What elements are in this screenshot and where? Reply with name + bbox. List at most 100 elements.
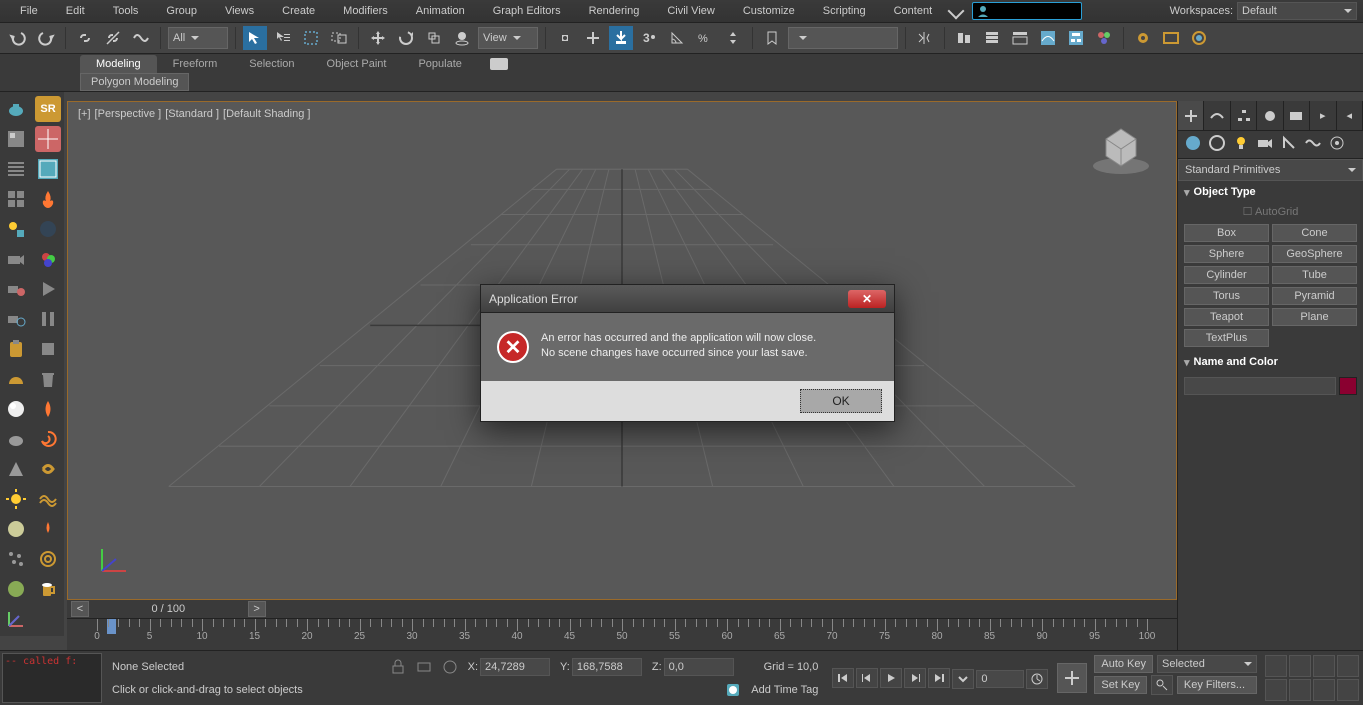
key-filter-sel-dropdown[interactable]: Selected xyxy=(1157,655,1257,673)
scene-explorer-icon[interactable] xyxy=(3,126,29,152)
obj-sphere-button[interactable]: Sphere xyxy=(1184,245,1269,263)
cameras-subtab[interactable] xyxy=(1256,134,1274,155)
render-production-button[interactable] xyxy=(1187,26,1211,50)
ribbon-panel-polygon-modeling[interactable]: Polygon Modeling xyxy=(80,73,189,91)
render-frame-button[interactable] xyxy=(1159,26,1183,50)
obj-cone-button[interactable]: Cone xyxy=(1272,224,1357,242)
menu-civil-view[interactable]: Civil View xyxy=(653,2,728,20)
motion-tab[interactable] xyxy=(1257,101,1283,130)
select-region-rect-button[interactable] xyxy=(299,26,323,50)
time-config-button[interactable] xyxy=(1026,669,1048,689)
particles-icon[interactable] xyxy=(3,546,29,572)
rotate-button[interactable] xyxy=(394,26,418,50)
geometry-subtab[interactable] xyxy=(1184,134,1202,155)
x-input[interactable] xyxy=(480,658,550,676)
render-setup-button[interactable] xyxy=(1131,26,1155,50)
move-button[interactable] xyxy=(366,26,390,50)
sel-lock-icon[interactable] xyxy=(442,659,458,675)
ribbon-tab-modeling[interactable]: Modeling xyxy=(80,55,157,73)
shapes-subtab[interactable] xyxy=(1208,134,1226,155)
add-time-tag[interactable]: Add Time Tag xyxy=(751,684,818,696)
toggle-ribbon-button[interactable] xyxy=(1008,26,1032,50)
current-frame-input[interactable] xyxy=(976,670,1024,688)
dome-icon[interactable] xyxy=(3,366,29,392)
select-by-name-button[interactable] xyxy=(271,26,295,50)
menu-overflow-icon[interactable] xyxy=(948,3,965,20)
beer-icon[interactable] xyxy=(35,576,61,602)
spacewarps-subtab[interactable] xyxy=(1304,134,1322,155)
trash-icon[interactable] xyxy=(35,366,61,392)
obj-textplus-button[interactable]: TextPlus xyxy=(1184,329,1269,347)
teapot-grey-icon[interactable] xyxy=(3,426,29,452)
max-toggle-button[interactable] xyxy=(1337,679,1359,701)
camera-sphere-icon[interactable] xyxy=(3,276,29,302)
menu-edit[interactable]: Edit xyxy=(52,2,99,20)
key-mode-button[interactable] xyxy=(952,669,974,689)
camera-icon[interactable] xyxy=(3,246,29,272)
zoom-all-button[interactable] xyxy=(1289,655,1311,677)
goto-end-button[interactable] xyxy=(928,668,950,688)
pivot-center-button[interactable] xyxy=(553,26,577,50)
menu-group[interactable]: Group xyxy=(152,2,211,20)
curve-editor-button[interactable] xyxy=(1036,26,1060,50)
undo-button[interactable] xyxy=(6,26,30,50)
next-frame-button[interactable] xyxy=(904,668,926,688)
menu-views[interactable]: Views xyxy=(211,2,268,20)
obj-teapot-button[interactable]: Teapot xyxy=(1184,308,1269,326)
menu-tools[interactable]: Tools xyxy=(99,2,153,20)
bind-spacewarp-button[interactable] xyxy=(129,26,153,50)
ok-button[interactable]: OK xyxy=(800,389,882,413)
axis-gizmo[interactable] xyxy=(92,541,132,581)
time-next-icon[interactable]: > xyxy=(248,601,266,617)
zoom-button[interactable] xyxy=(1265,655,1287,677)
obj-plane-button[interactable]: Plane xyxy=(1272,308,1357,326)
object-color-swatch[interactable] xyxy=(1339,377,1357,395)
hierarchy-tab[interactable] xyxy=(1231,101,1257,130)
sphere-yellow-icon[interactable] xyxy=(3,516,29,542)
manipulate-button[interactable] xyxy=(581,26,605,50)
zoom-extents-button[interactable] xyxy=(1313,655,1335,677)
menu-rendering[interactable]: Rendering xyxy=(575,2,654,20)
keyboard-shortcut-override-button[interactable] xyxy=(609,26,633,50)
object-name-input[interactable] xyxy=(1184,377,1336,395)
dark-sphere-icon[interactable] xyxy=(35,216,61,242)
sun-icon[interactable] xyxy=(3,486,29,512)
zoom-extents-all-button[interactable] xyxy=(1337,655,1359,677)
schematic-view-button[interactable] xyxy=(1064,26,1088,50)
big-key-button[interactable] xyxy=(1057,663,1087,693)
obj-tube-button[interactable]: Tube xyxy=(1272,266,1357,284)
named-sel-set-button[interactable] xyxy=(760,26,784,50)
snaps-toggle-button[interactable]: 3 xyxy=(637,26,661,50)
display-tab[interactable] xyxy=(1284,101,1310,130)
obj-box-button[interactable]: Box xyxy=(1184,224,1269,242)
window-crossing-button[interactable] xyxy=(327,26,351,50)
menu-modifiers[interactable]: Modifiers xyxy=(329,2,402,20)
time-ruler[interactable]: 0510152025303540455055606570758085909510… xyxy=(67,618,1177,648)
autogrid-checkbox[interactable]: ☐ AutoGrid xyxy=(1178,203,1363,220)
align-button[interactable] xyxy=(952,26,976,50)
fire-icon[interactable] xyxy=(35,186,61,212)
script-listener[interactable]: -- called f: xyxy=(2,653,102,703)
menu-scripting[interactable]: Scripting xyxy=(809,2,880,20)
pause-icon[interactable] xyxy=(35,306,61,332)
workspaces-dropdown[interactable]: Default xyxy=(1237,2,1357,20)
menu-create[interactable]: Create xyxy=(268,2,329,20)
terrain-icon[interactable] xyxy=(3,576,29,602)
ref-coord-dropdown[interactable]: View xyxy=(478,27,538,49)
view-cube[interactable] xyxy=(1086,114,1156,184)
axis-icon[interactable] xyxy=(3,606,29,632)
obj-pyramid-button[interactable]: Pyramid xyxy=(1272,287,1357,305)
menu-graph-editors[interactable]: Graph Editors xyxy=(479,2,575,20)
systems-subtab[interactable] xyxy=(1328,134,1346,155)
spinner-snap-button[interactable] xyxy=(721,26,745,50)
rollout-object-type[interactable]: ▾Object Type xyxy=(1178,181,1363,203)
rgb-sphere-icon[interactable] xyxy=(35,246,61,272)
viewport-label[interactable]: [+][Perspective ][Standard ][Default Sha… xyxy=(78,108,314,120)
knot-icon[interactable] xyxy=(35,456,61,482)
modify-tab[interactable] xyxy=(1204,101,1230,130)
utilities-tab[interactable]: ▸ xyxy=(1310,101,1336,130)
ribbon-tab-selection[interactable]: Selection xyxy=(233,55,310,73)
light-scene-icon[interactable] xyxy=(3,216,29,242)
obj-torus-button[interactable]: Torus xyxy=(1184,287,1269,305)
cone-grey-icon[interactable] xyxy=(3,456,29,482)
